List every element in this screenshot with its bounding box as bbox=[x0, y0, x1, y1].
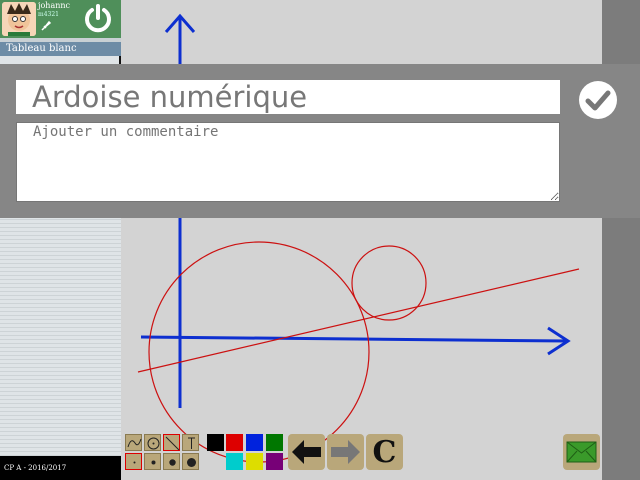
envelope-icon bbox=[566, 441, 597, 463]
line-tool-icon bbox=[165, 436, 180, 451]
app-root: johannc m4321 Tableau blanc CP A - 2016/… bbox=[0, 0, 640, 480]
rocket-icon[interactable] bbox=[40, 20, 52, 32]
arrow-left-icon bbox=[292, 440, 321, 464]
user-header: johannc m4321 bbox=[0, 0, 121, 38]
size-3-icon bbox=[169, 459, 176, 466]
comment-input[interactable] bbox=[16, 122, 560, 202]
clear-button[interactable]: C bbox=[366, 434, 403, 470]
circle-tool[interactable] bbox=[144, 434, 161, 451]
freehand-tool-icon bbox=[127, 438, 142, 448]
size-4-icon bbox=[187, 458, 196, 467]
horizontal-axis-stroke bbox=[140, 335, 569, 343]
color-cyan[interactable] bbox=[226, 453, 243, 470]
color-green[interactable] bbox=[266, 434, 283, 451]
large-circle-stroke bbox=[148, 241, 370, 463]
avatar-face-icon bbox=[2, 2, 36, 36]
avatar[interactable] bbox=[2, 2, 36, 36]
username: johannc bbox=[38, 1, 71, 10]
sidebar-list-area bbox=[0, 200, 121, 456]
color-black[interactable] bbox=[207, 434, 224, 451]
color-purple[interactable] bbox=[266, 453, 283, 470]
brush-size-3[interactable] bbox=[163, 453, 180, 470]
freehand-tool[interactable] bbox=[125, 434, 142, 451]
undo-button[interactable] bbox=[288, 434, 325, 470]
user-code: m4321 bbox=[38, 11, 59, 18]
save-dialog bbox=[0, 64, 640, 218]
brush-size-2[interactable] bbox=[144, 453, 161, 470]
text-tool[interactable] bbox=[182, 434, 199, 451]
redo-button[interactable] bbox=[327, 434, 364, 470]
small-circle-stroke bbox=[351, 245, 427, 321]
arrow-right-icon bbox=[331, 440, 360, 464]
text-tool-icon bbox=[188, 437, 195, 449]
brush-size-1[interactable] bbox=[125, 453, 142, 470]
confirm-button[interactable] bbox=[579, 81, 617, 119]
title-input[interactable] bbox=[16, 80, 560, 118]
color-yellow[interactable] bbox=[246, 453, 263, 470]
size-2-icon bbox=[151, 460, 156, 465]
circle-tool-icon bbox=[147, 437, 160, 450]
line-tool[interactable] bbox=[163, 434, 180, 451]
brush-size-4[interactable] bbox=[182, 453, 199, 470]
secant-line-stroke bbox=[137, 268, 580, 373]
size-1-icon bbox=[133, 461, 136, 464]
send-button[interactable] bbox=[563, 434, 600, 470]
checkmark-icon bbox=[580, 82, 616, 118]
power-icon[interactable] bbox=[82, 2, 114, 34]
color-red[interactable] bbox=[226, 434, 243, 451]
tab-whiteboard[interactable]: Tableau blanc bbox=[0, 42, 121, 56]
class-year-label: CP A - 2016/2017 bbox=[0, 456, 121, 480]
color-blue[interactable] bbox=[246, 434, 263, 451]
